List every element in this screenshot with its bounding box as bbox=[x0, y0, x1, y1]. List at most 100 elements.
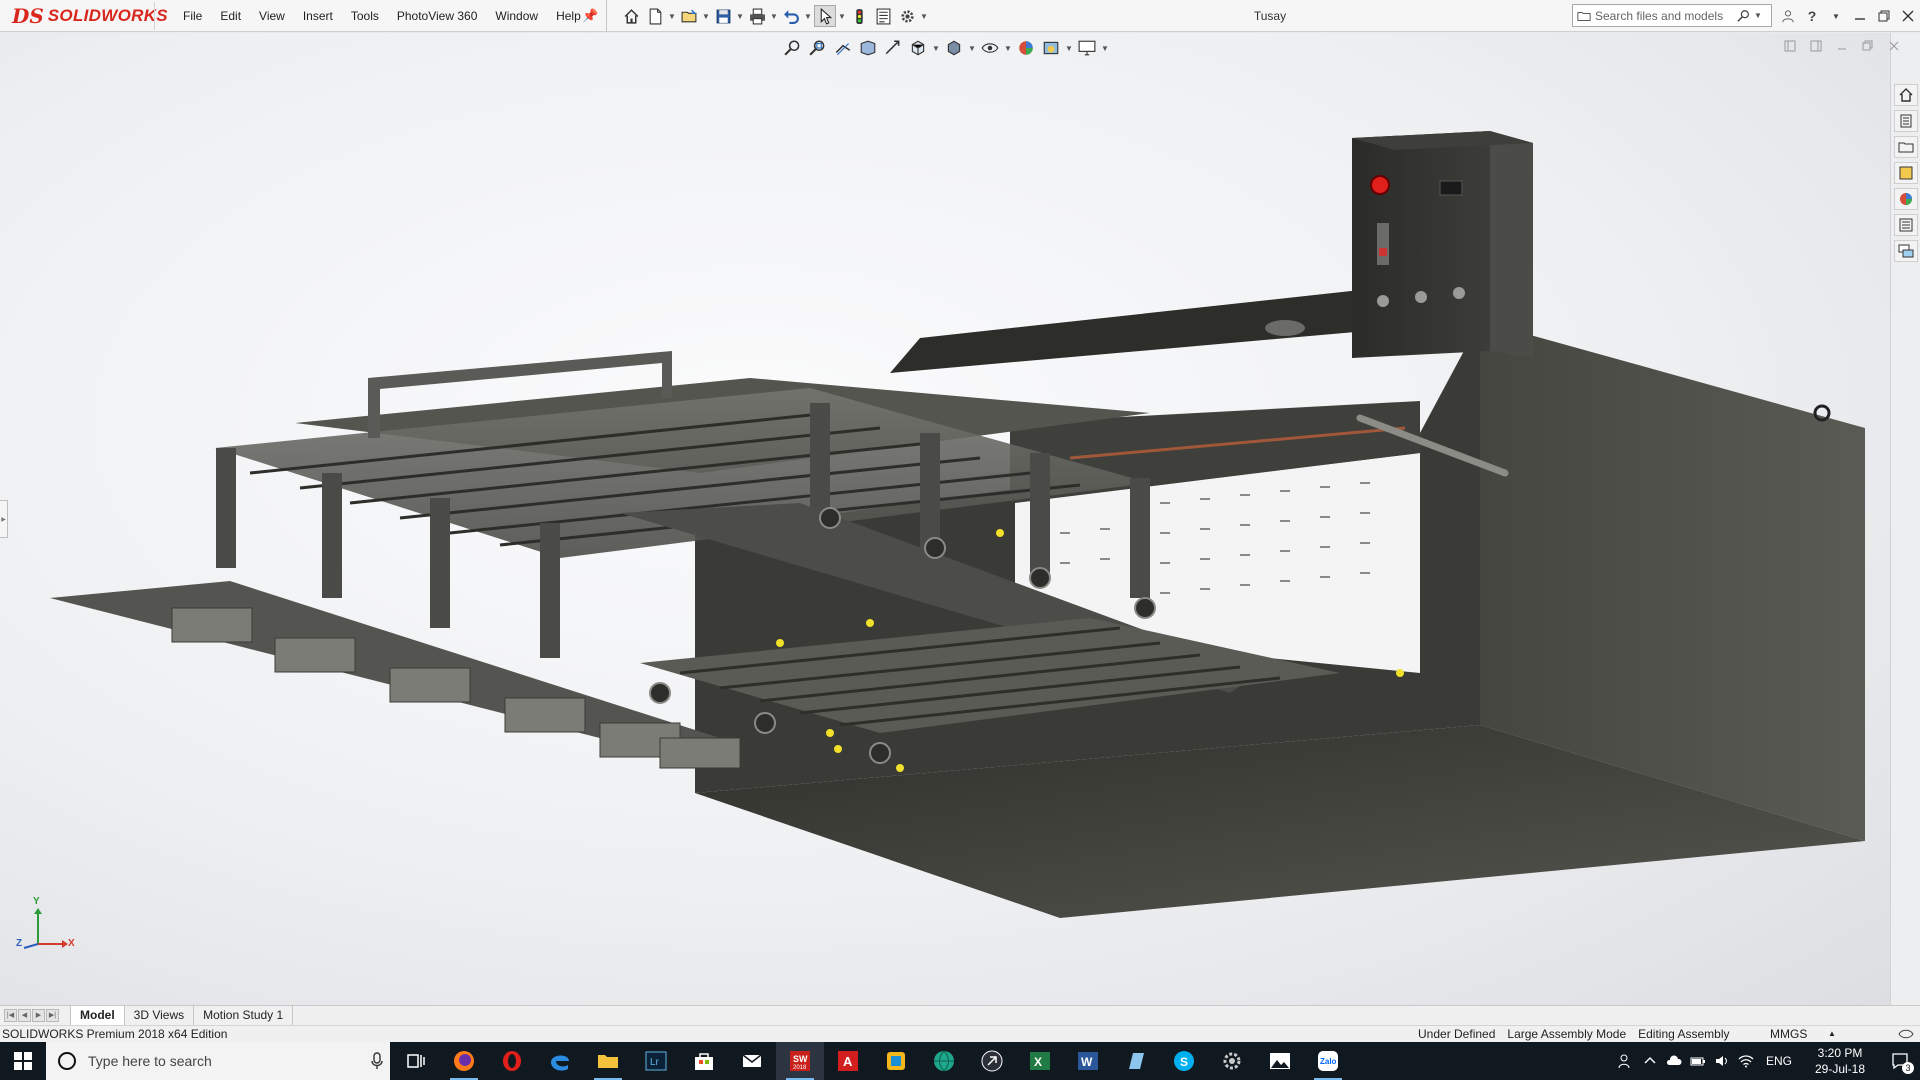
tile-horizontal-button[interactable] bbox=[1782, 38, 1798, 54]
doc-close-button[interactable] bbox=[1886, 38, 1902, 54]
excel-app[interactable]: X bbox=[1016, 1042, 1064, 1080]
menu-insert[interactable]: Insert bbox=[294, 0, 342, 32]
doc-minimize-button[interactable] bbox=[1834, 38, 1850, 54]
acrobat-app[interactable]: A bbox=[824, 1042, 872, 1080]
task-pane-forum-tab[interactable] bbox=[1894, 240, 1918, 262]
mail-app[interactable] bbox=[728, 1042, 776, 1080]
show-hidden-icons-button[interactable] bbox=[1638, 1042, 1662, 1080]
edit-appearance-button[interactable] bbox=[1015, 37, 1037, 59]
select-dropdown-arrow[interactable]: ▼ bbox=[838, 5, 846, 27]
zoom-to-fit-button[interactable] bbox=[782, 37, 804, 59]
search-input[interactable] bbox=[1595, 8, 1735, 23]
restore-button[interactable] bbox=[1874, 5, 1894, 27]
menu-view[interactable]: View bbox=[250, 0, 294, 32]
opera-app[interactable] bbox=[488, 1042, 536, 1080]
tab-first-button[interactable]: |◀ bbox=[4, 1009, 17, 1022]
open-dropdown-arrow[interactable]: ▼ bbox=[702, 5, 710, 27]
volume-button[interactable] bbox=[1710, 1042, 1734, 1080]
taskbar-search-input[interactable] bbox=[88, 1053, 358, 1069]
dynamic-annotation-button[interactable] bbox=[882, 37, 904, 59]
input-language[interactable]: ENG bbox=[1758, 1054, 1800, 1068]
display-style-dropdown[interactable]: ▼ bbox=[968, 44, 976, 53]
solidworks-app[interactable]: SW 2018 bbox=[776, 1042, 824, 1080]
tile-vertical-button[interactable] bbox=[1808, 38, 1824, 54]
onedrive-button[interactable] bbox=[1662, 1042, 1686, 1080]
home-button[interactable] bbox=[620, 5, 642, 27]
magnifier-icon[interactable] bbox=[1735, 5, 1753, 26]
menu-file[interactable]: File bbox=[174, 0, 211, 32]
help-button[interactable]: ? bbox=[1802, 5, 1822, 27]
close-button[interactable] bbox=[1898, 5, 1918, 27]
menu-edit[interactable]: Edit bbox=[211, 0, 250, 32]
globe-app[interactable] bbox=[920, 1042, 968, 1080]
tab-prev-button[interactable]: ◀ bbox=[18, 1009, 31, 1022]
tab-model[interactable]: Model bbox=[70, 1006, 125, 1025]
tab-next-button[interactable]: ▶ bbox=[32, 1009, 45, 1022]
file-explorer-app[interactable] bbox=[584, 1042, 632, 1080]
units-arrow-icon[interactable]: ▲ bbox=[1828, 1026, 1836, 1042]
settings-app[interactable] bbox=[1208, 1042, 1256, 1080]
people-button[interactable] bbox=[1614, 1042, 1638, 1080]
task-pane-file-explorer-tab[interactable] bbox=[1894, 136, 1918, 158]
previous-view-button[interactable] bbox=[832, 37, 854, 59]
view-orientation-dropdown[interactable]: ▼ bbox=[932, 44, 940, 53]
section-view-button[interactable] bbox=[857, 37, 879, 59]
cortana-icon[interactable] bbox=[58, 1052, 76, 1070]
action-center-button[interactable]: 3 bbox=[1880, 1042, 1920, 1080]
display-style-button[interactable] bbox=[943, 37, 965, 59]
microphone-icon[interactable] bbox=[370, 1052, 384, 1070]
view-settings-button[interactable] bbox=[1076, 37, 1098, 59]
apply-scene-button[interactable] bbox=[1040, 37, 1062, 59]
save-dropdown-arrow[interactable]: ▼ bbox=[736, 5, 744, 27]
lightroom-app[interactable]: Lr bbox=[632, 1042, 680, 1080]
new-dropdown-arrow[interactable]: ▼ bbox=[668, 5, 676, 27]
control-knob-3[interactable] bbox=[1453, 287, 1465, 299]
undo-button[interactable] bbox=[780, 5, 802, 27]
select-button[interactable] bbox=[814, 5, 836, 27]
undo-dropdown-arrow[interactable]: ▼ bbox=[804, 5, 812, 27]
sketch-app[interactable] bbox=[968, 1042, 1016, 1080]
emergency-stop-button[interactable] bbox=[1370, 175, 1390, 195]
skype-app[interactable]: S bbox=[1160, 1042, 1208, 1080]
tab-3d-views[interactable]: 3D Views bbox=[125, 1006, 195, 1025]
zalo-app[interactable]: Zalo bbox=[1304, 1042, 1352, 1080]
notes-app[interactable] bbox=[872, 1042, 920, 1080]
view-orientation-button[interactable] bbox=[907, 37, 929, 59]
save-button[interactable] bbox=[712, 5, 734, 27]
battery-button[interactable] bbox=[1686, 1042, 1710, 1080]
hide-show-dropdown[interactable]: ▼ bbox=[1004, 44, 1012, 53]
hide-show-items-button[interactable] bbox=[979, 37, 1001, 59]
new-document-button[interactable] bbox=[644, 5, 666, 27]
wifi-button[interactable] bbox=[1734, 1042, 1758, 1080]
journal-app[interactable] bbox=[1112, 1042, 1160, 1080]
pin-menu-icon[interactable]: 📌 bbox=[582, 8, 598, 24]
word-app[interactable]: W bbox=[1064, 1042, 1112, 1080]
open-button[interactable] bbox=[678, 5, 700, 27]
help-dropdown-arrow[interactable]: ▼ bbox=[1826, 5, 1846, 27]
assembly-model[interactable] bbox=[0, 33, 1890, 1005]
task-view-button[interactable] bbox=[392, 1042, 440, 1080]
graphics-area[interactable] bbox=[0, 33, 1890, 1005]
feature-manager-flyout-handle[interactable]: ▶ bbox=[0, 500, 8, 538]
user-account-button[interactable] bbox=[1778, 5, 1798, 27]
task-pane-appearances-tab[interactable] bbox=[1894, 188, 1918, 210]
doc-restore-button[interactable] bbox=[1860, 38, 1876, 54]
control-knob-2[interactable] bbox=[1415, 291, 1427, 303]
zoom-to-area-button[interactable] bbox=[807, 37, 829, 59]
task-pane-home-tab[interactable] bbox=[1894, 84, 1918, 106]
start-button[interactable] bbox=[0, 1042, 46, 1080]
tab-last-button[interactable]: ▶| bbox=[46, 1009, 59, 1022]
rebuild-status-icon[interactable] bbox=[1898, 1027, 1914, 1041]
clock[interactable]: 3:20 PM 29-Jul-18 bbox=[1800, 1045, 1880, 1077]
control-knob-1[interactable] bbox=[1377, 295, 1389, 307]
menu-window[interactable]: Window bbox=[486, 0, 547, 32]
view-settings-dropdown[interactable]: ▼ bbox=[1101, 44, 1109, 53]
print-dropdown-arrow[interactable]: ▼ bbox=[770, 5, 778, 27]
tab-motion-study[interactable]: Motion Study 1 bbox=[194, 1006, 294, 1025]
photos-app[interactable] bbox=[1256, 1042, 1304, 1080]
solidworks-logo[interactable]: DS SOLIDWORKS bbox=[12, 2, 168, 30]
options-dropdown-arrow[interactable]: ▼ bbox=[920, 5, 928, 27]
search-dropdown-arrow[interactable]: ▼ bbox=[1753, 11, 1763, 20]
menu-photoview[interactable]: PhotoView 360 bbox=[388, 0, 487, 32]
power-switch[interactable] bbox=[1377, 223, 1389, 265]
